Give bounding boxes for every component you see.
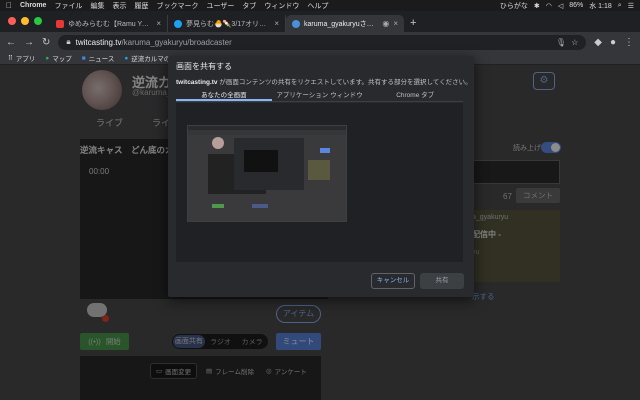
share-button[interactable]: 共有 [420,273,464,289]
reload-icon[interactable]: ↻ [42,37,50,48]
wifi-icon[interactable]: ◠ [546,2,552,10]
screen-share-dialog: 画面を共有する twitcasting.tv が画面コンテンツの共有をリクエスト… [168,56,474,297]
dialog-desc-text: が画面コンテンツの共有をリクエストしています。共有する部分を選択してください。 [219,79,472,86]
dialog-tabs: あなたの全画面 アプリケーション ウィンドウ Chrome タブ [176,89,463,102]
ime-indicator[interactable]: ひらがな [500,1,528,11]
minimize-window-icon[interactable] [21,17,29,25]
menu-help[interactable]: ヘルプ [307,1,328,11]
url-path: /karuma_gyakuryu/broadcaster [121,37,232,47]
battery-percent[interactable]: 86% [569,2,583,9]
menu-bookmarks[interactable]: ブックマーク [156,1,198,11]
menu-file[interactable]: ファイル [54,1,82,11]
forward-icon[interactable]: → [24,37,34,48]
new-tab-button[interactable]: + [404,17,422,32]
menu-edit[interactable]: 編集 [90,1,104,11]
menu-window[interactable]: ウィンドウ [264,1,299,11]
apple-icon[interactable]:  [6,1,12,10]
tab-title: 夢見らむ🐣🍡3/17オリ曲リリース [186,20,270,28]
menubar-status-area: ひらがな ✱ ◠ ◁ 86% 水 1:18 ⌕ ☰ [500,1,634,11]
extensions-icon[interactable]: ◆ [594,37,602,48]
volume-icon[interactable]: ◁ [558,2,563,10]
screen-thumbnail[interactable] [187,125,347,222]
bookmark-apps[interactable]: ⠿ アプリ [8,53,35,63]
youtube-favicon-icon [56,19,64,28]
tab-audio-icon[interactable]: ◉ [382,19,389,28]
cancel-button[interactable]: キャンセル [371,273,415,289]
address-bar[interactable]: 🔒︎ twitcasting.tv/karuma_gyakuryu/broadc… [58,34,587,50]
tab-title: ゆめみらむむ【Ramu Yumemi】 [68,20,152,28]
back-icon[interactable]: ← [6,37,16,48]
control-center-icon[interactable]: ☰ [628,2,634,10]
tab-twitter[interactable]: 夢見らむ🐣🍡3/17オリ曲リリース × [168,15,286,32]
tab-close-icon[interactable]: × [274,19,279,28]
clock[interactable]: 水 1:18 [589,1,612,11]
url-host: twitcasting.tv [75,37,122,47]
tab-title: karuma_gyakuryuさんのラ [304,20,378,28]
menu-view[interactable]: 表示 [112,1,126,11]
macos-menubar:  Chrome ファイル 編集 表示 履歴 ブックマーク ユーザー タブ ウィ… [0,0,640,11]
menubar-app-name[interactable]: Chrome [20,2,46,9]
mic-icon[interactable]: 🎙︎ [556,38,566,47]
dialog-site: twitcasting.tv [176,79,218,86]
tab-entire-screen[interactable]: あなたの全画面 [176,89,272,101]
profile-avatar[interactable]: ● [610,37,616,48]
menu-dots-icon[interactable]: ⋮ [624,37,634,48]
twitter-favicon-icon [174,19,182,28]
browser-toolbar: ← → ↻ 🔒︎ twitcasting.tv/karuma_gyakuryu/… [0,32,640,52]
tab-chrome-tab[interactable]: Chrome タブ [367,89,463,101]
dialog-description: twitcasting.tv が画面コンテンツの共有をリクエストしています。共有… [176,76,472,86]
window-controls [0,17,50,32]
maps-pin-icon: ● [45,54,50,62]
browser-tabstrip: ゆめみらむむ【Ramu Yumemi】 × 夢見らむ🐣🍡3/17オリ曲リリース … [0,11,640,32]
twitter-icon: ● [124,54,129,62]
zoom-window-icon[interactable] [34,17,42,25]
bookmark-news[interactable]: ■ ニュース [81,53,115,64]
tab-close-icon[interactable]: × [393,19,398,28]
menu-history[interactable]: 履歴 [134,1,148,11]
menu-tab[interactable]: タブ [242,1,256,11]
search-icon[interactable]: ⌕ [618,2,622,10]
screen-thumbnail-preview [188,126,346,221]
lock-icon[interactable]: 🔒︎ [66,37,70,47]
close-window-icon[interactable] [8,17,16,25]
apps-grid-icon: ⠿ [8,55,13,62]
star-icon[interactable]: ☆ [571,38,578,47]
bookmark-karuma[interactable]: ● 逆流カルマの [124,53,170,64]
twitcasting-favicon-icon [292,19,300,28]
bookmark-maps[interactable]: ● マップ [45,53,71,64]
dialog-title: 画面を共有する [176,62,232,71]
tab-youtube[interactable]: ゆめみらむむ【Ramu Yumemi】 × [50,15,168,32]
tab-twitcasting[interactable]: karuma_gyakuryuさんのラ ◉ × [286,15,404,32]
news-icon: ■ [81,54,86,62]
menu-user[interactable]: ユーザー [206,1,234,11]
tab-close-icon[interactable]: × [156,19,161,28]
dialog-footer: キャンセル 共有 [168,269,474,297]
bluetooth-icon[interactable]: ✱ [534,2,540,10]
tab-application-window[interactable]: アプリケーション ウィンドウ [272,89,368,101]
